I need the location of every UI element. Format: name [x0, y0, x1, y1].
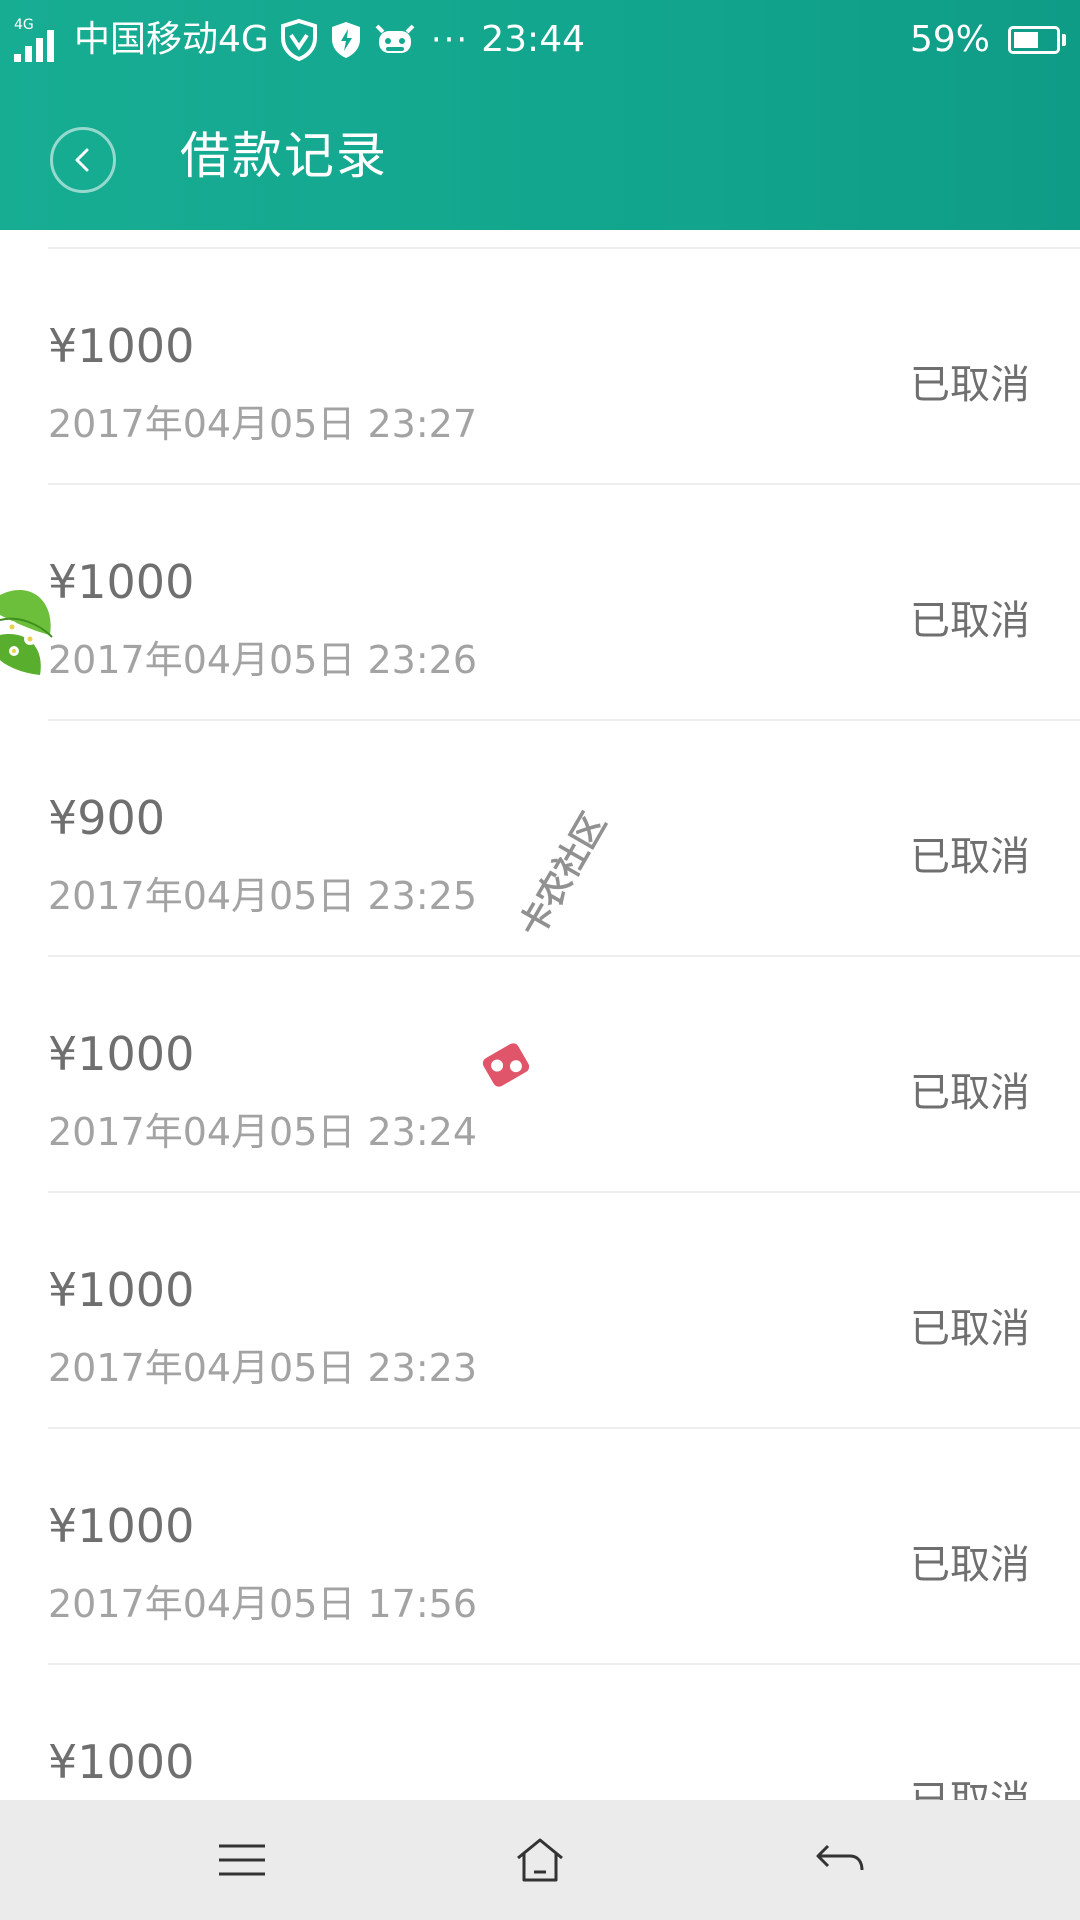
loan-time: 2017年04月05日 23:23 — [48, 1346, 478, 1390]
loan-record-item[interactable]: ¥1000 2017年04月05日 23:27 已取消 — [0, 249, 1080, 485]
nav-menu-button[interactable] — [212, 1830, 272, 1890]
back-button[interactable] — [50, 127, 116, 193]
title-bar: 借款记录 — [0, 78, 1080, 230]
return-icon — [816, 1844, 864, 1871]
loan-time: 2017年04月05日 23:26 — [48, 638, 478, 682]
battery-icon — [1008, 26, 1060, 54]
loan-status: 已取消 — [910, 598, 1030, 644]
loan-amount: ¥1000 — [48, 319, 195, 373]
loan-time: 2017年04月05日 17:56 — [48, 1582, 478, 1626]
battery-percentage: 59% — [909, 19, 990, 60]
nav-back-button[interactable] — [810, 1830, 870, 1890]
more-notifications-indicator: ··· — [430, 20, 470, 60]
carrier-label: 中国移动4G — [74, 19, 269, 60]
battery-tip — [1062, 34, 1066, 46]
floating-leaf-widget-icon[interactable] — [0, 575, 64, 695]
clock-time: 23:44 — [481, 19, 585, 60]
loan-status: 已取消 — [910, 834, 1030, 880]
signal-icon: 4G — [14, 16, 64, 64]
power-shield-icon — [329, 20, 363, 60]
status-bar-right: 59% — [910, 10, 1066, 70]
status-bar: 4G 中国移动4G ··· 23:44 59% — [0, 0, 1080, 78]
battery-level-fill — [1014, 32, 1038, 48]
loan-status: 已取消 — [910, 1306, 1030, 1352]
loan-time: 2017年04月05日 23:27 — [48, 402, 478, 446]
security-shield-icon — [279, 18, 319, 62]
cow-app-icon — [373, 20, 417, 60]
page-title: 借款记录 — [180, 127, 388, 185]
system-navigation-bar — [0, 1800, 1080, 1920]
loan-record-item[interactable]: ¥1000 2017年04月05日 23:26 已取消 — [0, 485, 1080, 721]
app-header: 4G 中国移动4G ··· 23:44 59% 借款记录 — [0, 0, 1080, 230]
loan-amount: ¥1000 — [48, 1263, 195, 1317]
loan-status: 已取消 — [910, 1070, 1030, 1116]
loan-amount: ¥1000 — [48, 1499, 195, 1553]
loan-status: 已取消 — [910, 362, 1030, 408]
menu-icon — [219, 1844, 265, 1876]
loan-amount: ¥1000 — [48, 555, 195, 609]
loan-amount: ¥1000 — [48, 1027, 195, 1081]
home-icon — [517, 1838, 563, 1882]
loan-time: 2017年04月05日 23:24 — [48, 1110, 478, 1154]
loan-record-item[interactable]: ¥1000 2017年04月05日 23:23 已取消 — [0, 1193, 1080, 1429]
loan-status: 已取消 — [910, 1777, 1030, 1800]
loan-status: 已取消 — [910, 1542, 1030, 1588]
watermark-logo-icon — [482, 1043, 530, 1087]
loan-amount: ¥900 — [48, 791, 166, 845]
loan-record-item[interactable]: ¥1000 2017年04月05日 17:56 已取消 — [0, 1429, 1080, 1665]
nav-home-button[interactable] — [510, 1830, 570, 1890]
status-bar-left: 4G 中国移动4G ··· 23:44 — [14, 10, 585, 70]
loan-amount: ¥1000 — [48, 1735, 195, 1789]
loan-time: 2017年04月05日 23:25 — [48, 874, 478, 918]
chevron-left-icon — [75, 148, 89, 172]
loan-record-item[interactable]: ¥1000 已取消 — [0, 1665, 1080, 1800]
